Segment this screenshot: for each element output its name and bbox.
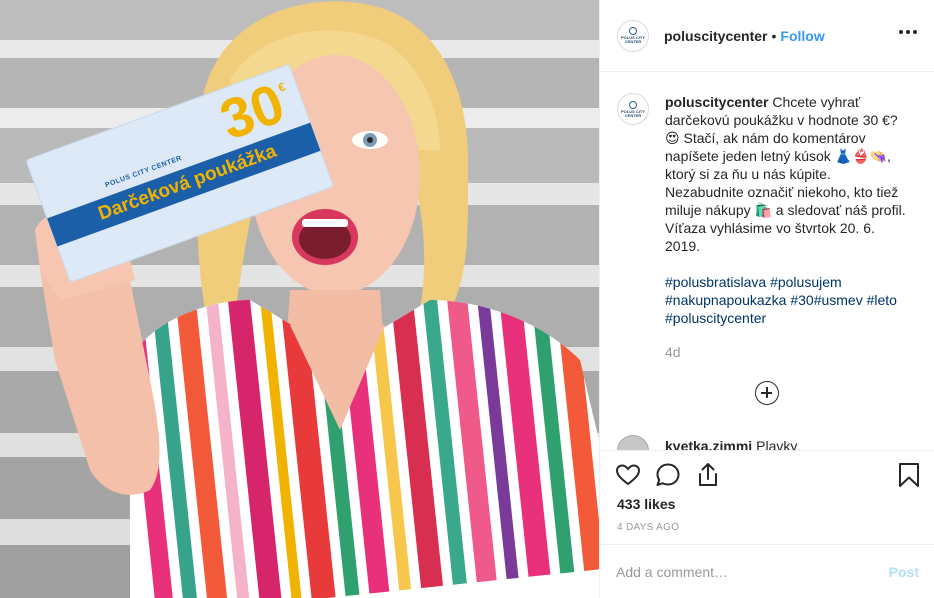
dot: [906, 30, 910, 34]
hashtag-list: #polusbratislava #polusujem #nakupnapouk…: [665, 273, 909, 327]
hashtag[interactable]: #30: [790, 292, 813, 308]
logo-ring-icon: [629, 27, 637, 35]
comment-item: kvetka.zimmi Plavky: [617, 435, 797, 450]
comment-icon[interactable]: [654, 461, 682, 489]
caption-text: Chcete vyhrať darčekovú poukážku v hodno…: [665, 94, 906, 254]
dot: [913, 30, 917, 34]
avatar-logo-text: POLUS CITY CENTER: [620, 108, 645, 118]
share-icon[interactable]: [694, 461, 722, 489]
hashtag[interactable]: #usmev: [814, 292, 863, 308]
caption-time: 4d: [665, 344, 681, 360]
post-actions: 433 likes 4 DAYS AGO: [600, 450, 934, 544]
profile-avatar[interactable]: POLUS CITY CENTER: [617, 19, 649, 52]
heart-icon[interactable]: [614, 461, 642, 489]
load-more-comments-button[interactable]: [755, 381, 779, 405]
header-username[interactable]: poluscitycenter: [664, 28, 767, 44]
comment-input[interactable]: [616, 563, 889, 580]
photo-illustration: [0, 0, 599, 598]
hashtag[interactable]: #poluscitycenter: [665, 310, 766, 326]
post-comment-button[interactable]: Post: [889, 564, 919, 580]
commenter-avatar[interactable]: [617, 435, 649, 450]
avatar-logo-text: POLUS CITY CENTER: [620, 35, 645, 44]
dot: [899, 30, 903, 34]
caption-username[interactable]: poluscitycenter: [665, 94, 768, 110]
caption-body: poluscitycenter Chcete vyhrať darčekovú …: [665, 93, 909, 361]
caption: POLUS CITY CENTER poluscitycenter Chcete…: [617, 93, 917, 361]
follow-button[interactable]: Follow: [780, 28, 824, 44]
hashtag[interactable]: #polusbratislava: [665, 274, 766, 290]
post-side-panel: POLUS CITY CENTER poluscitycenter • Foll…: [599, 0, 934, 598]
comments-section[interactable]: POLUS CITY CENTER poluscitycenter Chcete…: [600, 73, 934, 450]
comment-username[interactable]: kvetka.zimmi: [665, 438, 752, 450]
bookmark-icon[interactable]: [895, 461, 923, 489]
post-date[interactable]: 4 DAYS AGO: [617, 522, 679, 533]
comment-text: Plavky: [756, 438, 798, 450]
hashtag[interactable]: #polusujem: [770, 274, 842, 290]
caption-avatar[interactable]: POLUS CITY CENTER: [617, 93, 649, 125]
logo-ring-icon: [629, 100, 637, 109]
add-comment-bar: Post: [600, 544, 934, 598]
header-separator: •: [771, 27, 777, 44]
hashtag[interactable]: #nakupnapoukazka: [665, 292, 786, 308]
post-header: POLUS CITY CENTER poluscitycenter • Foll…: [600, 0, 934, 72]
hashtag[interactable]: #leto: [867, 292, 897, 308]
likes-count[interactable]: 433 likes: [617, 496, 675, 512]
post-photo[interactable]: POLUS CITY CENTER Darčeková poukážka 30 …: [0, 0, 599, 598]
more-options-icon[interactable]: [899, 26, 917, 38]
